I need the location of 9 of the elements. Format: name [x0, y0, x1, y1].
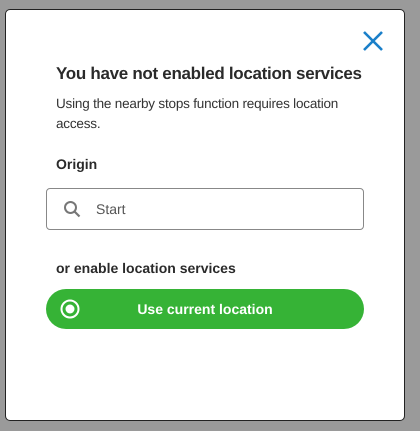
dialog-message: Using the nearby stops function requires location access.: [56, 95, 340, 133]
target-icon: [60, 299, 80, 319]
origin-field[interactable]: Start: [46, 188, 364, 230]
close-icon[interactable]: [362, 30, 384, 52]
dialog-title: You have not enabled location services: [56, 64, 363, 84]
search-icon: [63, 200, 81, 218]
origin-label: Origin: [56, 156, 98, 172]
alternative-label: or enable location services: [56, 260, 237, 276]
use-location-button[interactable]: Use current location: [46, 289, 364, 329]
